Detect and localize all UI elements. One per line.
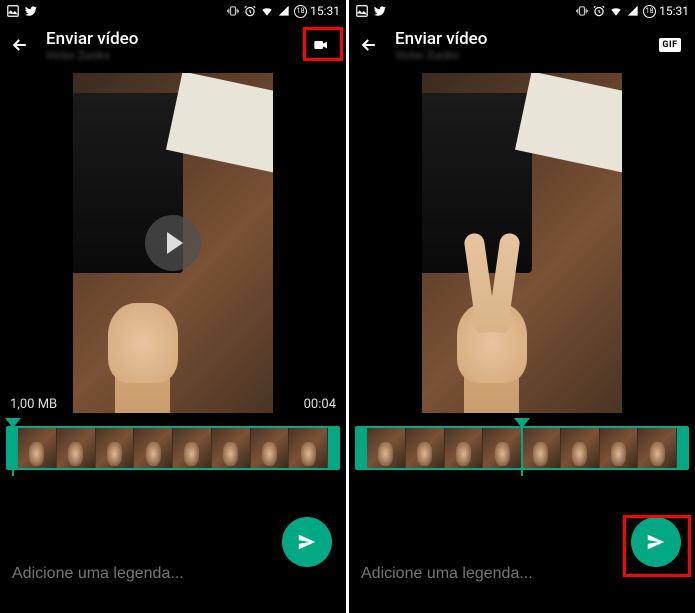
screen-right: 18 15:31 Enviar vídeo Victor Zurdro GIF [349, 0, 695, 613]
timeline-thumb[interactable] [18, 428, 57, 468]
playhead-marker[interactable] [5, 418, 21, 428]
back-arrow-icon[interactable] [10, 35, 30, 55]
timeline-thumb[interactable] [483, 428, 522, 468]
recipient-name: Victor Zurdro [46, 49, 290, 62]
gif-badge: GIF [659, 38, 680, 52]
timeline-thumb[interactable] [173, 428, 212, 468]
timeline-thumb[interactable] [212, 428, 251, 468]
battery-icon: 18 [643, 5, 656, 18]
trim-handle-right[interactable] [328, 428, 338, 468]
twitter-icon [24, 4, 38, 18]
signal-icon [626, 4, 640, 18]
gif-mode-button[interactable]: GIF [655, 34, 685, 56]
status-bar: 18 15:31 [0, 0, 346, 22]
trim-handle-right[interactable] [677, 428, 687, 468]
playhead-marker[interactable] [514, 418, 530, 428]
file-size-label: 1,00 MB [10, 397, 57, 412]
timeline-thumb[interactable] [251, 428, 290, 468]
caption-input[interactable] [12, 565, 334, 583]
video-thumbnail[interactable] [422, 73, 622, 413]
timeline-thumb[interactable] [134, 428, 173, 468]
timeline-thumb[interactable] [522, 428, 561, 468]
gallery-icon [6, 4, 20, 18]
timeline-thumb[interactable] [638, 428, 677, 468]
timeline-thumb[interactable] [96, 428, 135, 468]
timeline-thumb[interactable] [600, 428, 639, 468]
video-preview-area [349, 68, 695, 418]
app-bar: Enviar vídeo Victor Zurdro [0, 22, 346, 68]
wifi-icon [260, 4, 274, 18]
trim-timeline[interactable] [0, 418, 346, 482]
duration-label: 00:04 [304, 397, 336, 412]
status-time: 15:31 [310, 4, 340, 18]
timeline-thumb[interactable] [367, 428, 406, 468]
vibrate-icon [226, 4, 240, 18]
timeline-thumb[interactable] [561, 428, 600, 468]
vibrate-icon [575, 4, 589, 18]
play-button[interactable] [145, 215, 201, 271]
gallery-icon [355, 4, 369, 18]
battery-icon: 18 [294, 5, 307, 18]
recipient-name: Victor Zurdro [395, 49, 639, 62]
timeline-thumb[interactable] [445, 428, 484, 468]
wifi-icon [609, 4, 623, 18]
trim-handle-left[interactable] [357, 428, 367, 468]
screen-left: 18 15:31 Enviar vídeo Victor Zurdro [0, 0, 346, 613]
status-bar: 18 15:31 [349, 0, 695, 22]
status-time: 15:31 [659, 4, 689, 18]
signal-icon [277, 4, 291, 18]
trim-timeline[interactable] [349, 418, 695, 482]
twitter-icon [373, 4, 387, 18]
caption-input[interactable] [361, 565, 683, 583]
page-title: Enviar vídeo [395, 29, 639, 49]
page-title: Enviar vídeo [46, 29, 290, 49]
app-bar: Enviar vídeo Victor Zurdro GIF [349, 22, 695, 68]
video-thumbnail[interactable] [73, 73, 273, 413]
timeline-thumb[interactable] [406, 428, 445, 468]
back-arrow-icon[interactable] [359, 35, 379, 55]
video-preview-area: 1,00 MB 00:04 [0, 68, 346, 418]
play-icon [167, 232, 183, 254]
timeline-thumb[interactable] [289, 428, 328, 468]
alarm-icon [243, 4, 257, 18]
video-mode-button[interactable] [306, 34, 336, 56]
alarm-icon [592, 4, 606, 18]
timeline-thumb[interactable] [57, 428, 96, 468]
